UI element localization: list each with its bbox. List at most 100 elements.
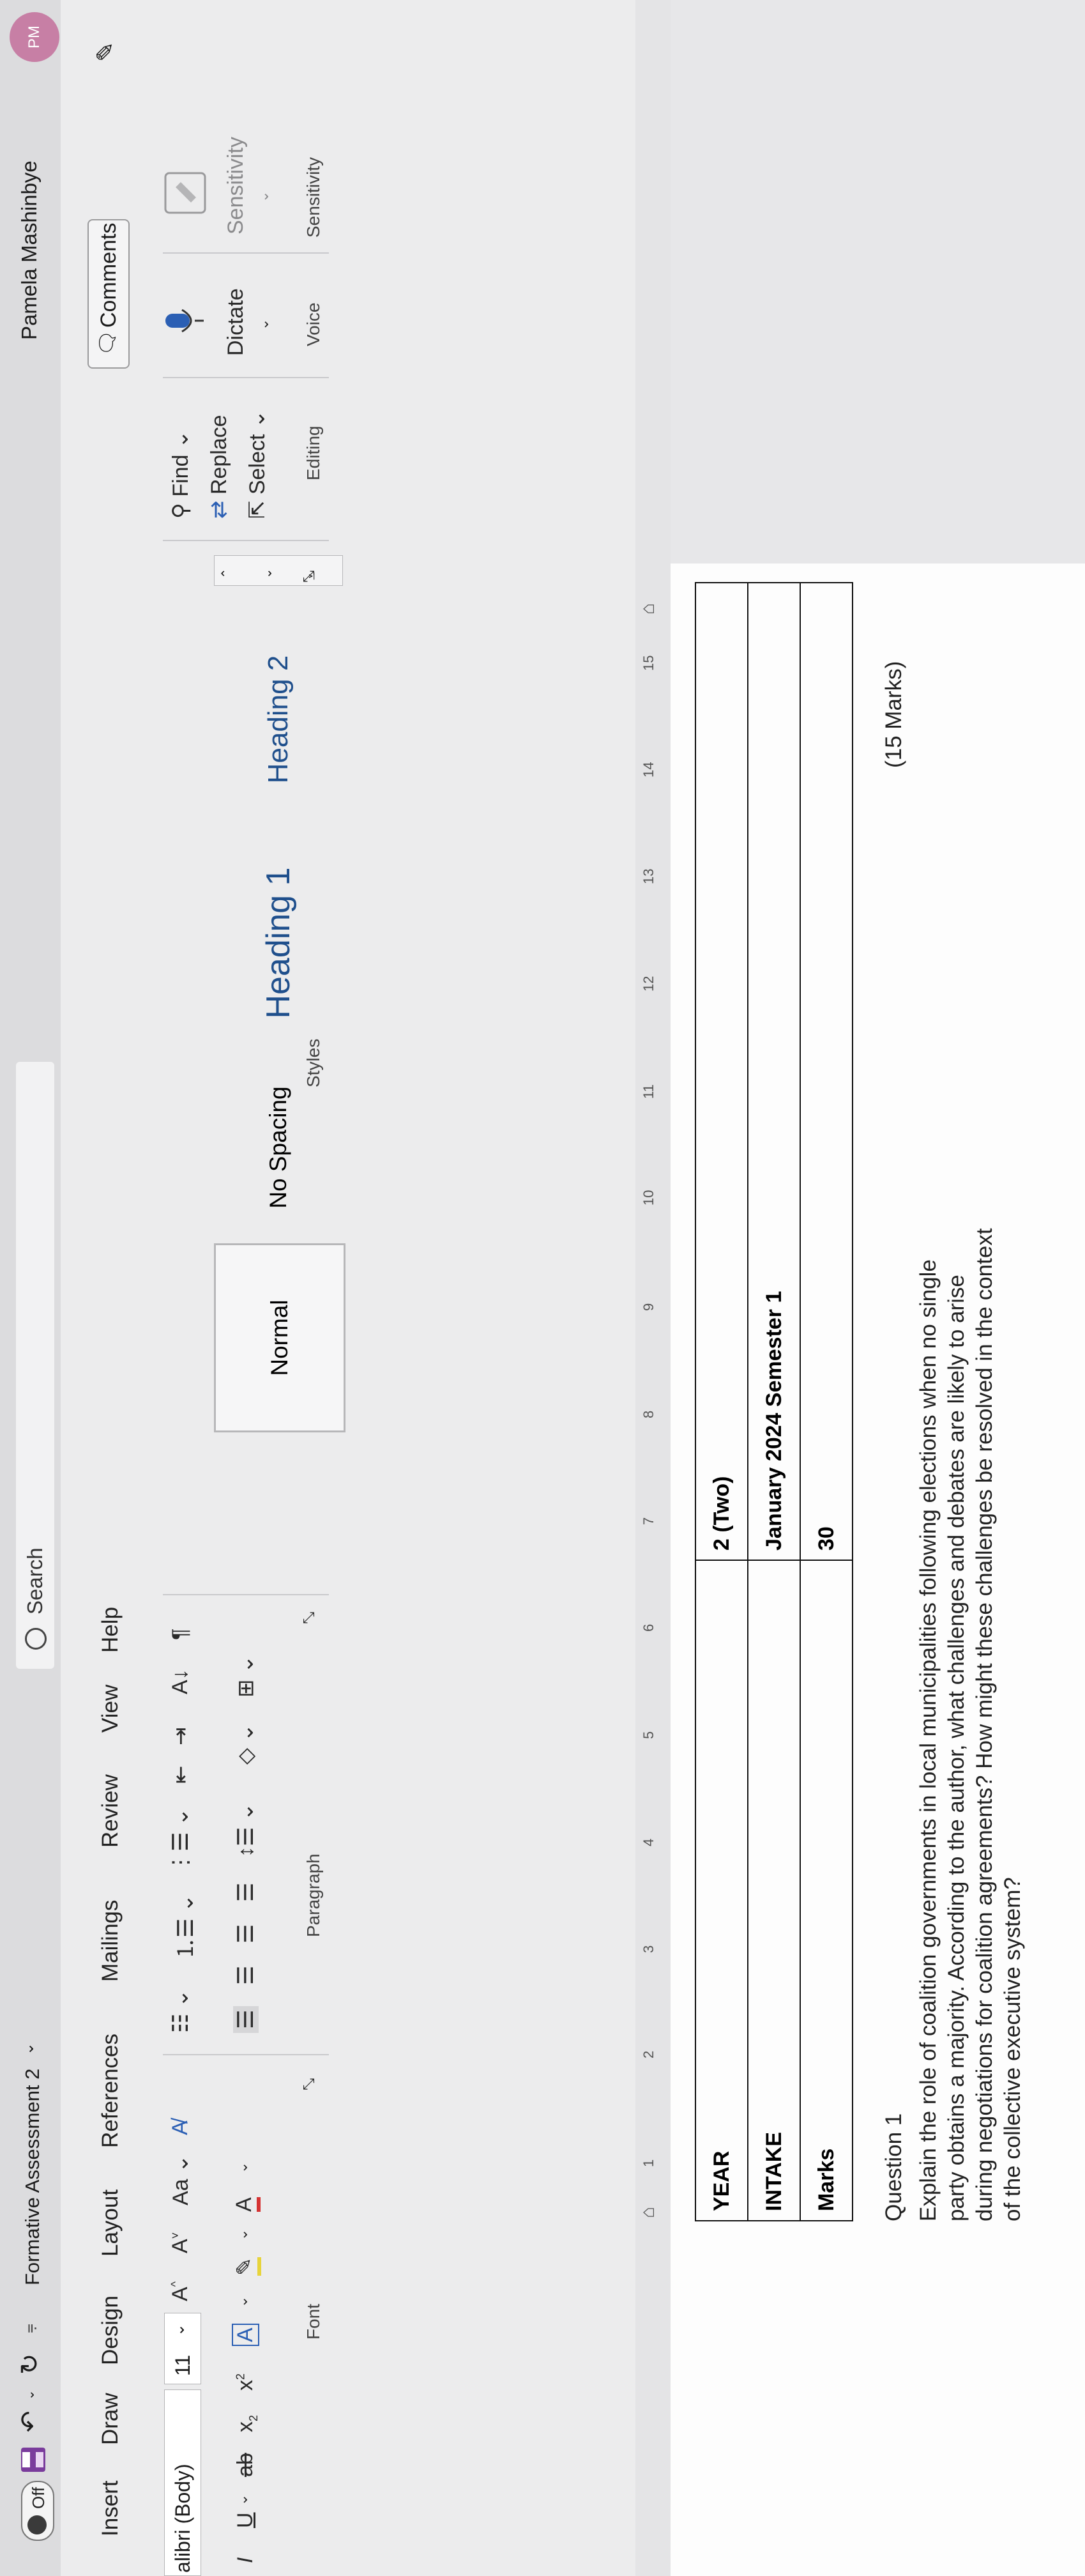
table-cell[interactable]: 2 (Two)	[695, 583, 748, 1560]
subscript-icon[interactable]: x2	[233, 2415, 261, 2432]
avatar-initials: PM	[26, 26, 43, 49]
underline-icon[interactable]: U	[233, 2512, 258, 2528]
change-case-button[interactable]: Aa ⌄	[168, 2154, 193, 2205]
style-normal[interactable]: Normal	[214, 1243, 345, 1432]
info-table: YEAR 2 (Two) INTAKE January 2024 Semeste…	[695, 582, 853, 2221]
chevron-down-icon[interactable]: ⌄	[255, 191, 272, 203]
chevron-down-icon[interactable]: ⌄	[234, 2162, 251, 2174]
document-title[interactable]: Formative Assessment 2	[21, 2069, 44, 2285]
sensitivity-icon[interactable]	[163, 171, 208, 215]
voice-group-label: Voice	[303, 302, 323, 347]
cursor-icon: ⇱	[245, 500, 269, 519]
numbering-icon[interactable]: ⒈☰ ⌄	[168, 1894, 199, 1959]
microphone-icon[interactable]	[163, 305, 208, 337]
tab-review[interactable]: Review	[98, 1774, 123, 1848]
ruler-number: 14	[641, 762, 656, 778]
show-formatting-icon[interactable]: ¶	[168, 1629, 193, 1640]
table-cell[interactable]: January 2024 Semester 1	[748, 583, 800, 1560]
search-box[interactable]: Search	[16, 1062, 54, 1669]
style-no-spacing-label: No Spacing	[265, 1086, 291, 1209]
search-icon	[25, 1628, 47, 1650]
save-icon[interactable]	[19, 2446, 47, 2474]
divider	[163, 540, 329, 541]
undo-icon[interactable]: ↶	[15, 2411, 45, 2432]
highlight-color-icon[interactable]: ✎	[232, 2257, 261, 2276]
ruler-number: 5	[641, 1731, 656, 1739]
find-label: Find	[169, 454, 193, 497]
table-cell[interactable]: INTAKE	[748, 1560, 800, 2221]
strikethrough-icon[interactable]: ab	[233, 2453, 258, 2477]
ruler-number: 1	[641, 2159, 656, 2167]
horizontal-ruler[interactable]	[635, 0, 671, 2576]
chevron-up-icon: ⌃	[220, 568, 234, 579]
table-cell[interactable]: Marks	[800, 1560, 853, 2221]
paragraph-dialog-launcher-icon[interactable]: ⤡	[300, 1612, 318, 1624]
right-indent-marker-icon[interactable]: ⌂	[637, 603, 659, 615]
chevron-down-icon[interactable]: ⌄	[22, 2389, 38, 2400]
chevron-down-icon[interactable]: ⌄	[234, 2296, 251, 2308]
font-color-icon[interactable]: A	[232, 2197, 261, 2212]
select-button[interactable]: ⇱ Select ⌄	[245, 410, 270, 519]
question-marks: (15 Marks)	[881, 661, 906, 768]
align-right-icon[interactable]: ☰	[233, 1924, 259, 1943]
text-effects-icon[interactable]: A	[232, 2324, 259, 2346]
sensitivity-group-label: Sensitivity	[303, 157, 323, 238]
italic-icon[interactable]: I	[233, 2557, 258, 2563]
chevron-down-icon[interactable]: ⌄	[234, 2494, 251, 2506]
dictate-button[interactable]: Dictate	[224, 288, 248, 356]
tab-view[interactable]: View	[98, 1685, 123, 1733]
customize-toolbar-icon[interactable]: ⩦	[19, 2324, 40, 2333]
user-name[interactable]: Pamela Mashinbye	[17, 160, 42, 340]
avatar[interactable]: PM	[10, 12, 59, 62]
editing-mode-icon[interactable]: ✎	[91, 42, 120, 62]
decrease-indent-icon[interactable]: ⇤	[168, 1766, 193, 1784]
editing-group-label: Editing	[303, 425, 323, 480]
title-chevron-icon[interactable]: ⌄	[19, 2043, 38, 2055]
bullets-icon[interactable]: ☷ ⌄	[168, 1989, 193, 2033]
autosave-label: Off	[29, 2487, 48, 2509]
style-heading-1[interactable]: Heading 1	[214, 850, 343, 1036]
table-cell[interactable]: YEAR	[695, 1560, 748, 2221]
font-name-field[interactable]: alibri (Body)	[164, 2389, 201, 2576]
tab-help[interactable]: Help	[98, 1607, 123, 1653]
font-dialog-launcher-icon[interactable]: ⤡	[300, 2078, 318, 2090]
font-group-label: Font	[303, 2303, 323, 2340]
superscript-icon[interactable]: x2	[233, 2373, 258, 2391]
align-center-icon[interactable]: ☰	[233, 1966, 259, 1985]
chevron-down-icon[interactable]: ⌄	[234, 2229, 251, 2241]
tab-references[interactable]: References	[98, 2034, 123, 2148]
tab-draw[interactable]: Draw	[98, 2393, 123, 2445]
shading-icon[interactable]: ◇ ⌄	[233, 1724, 259, 1765]
ruler-number: 15	[641, 655, 656, 671]
first-line-indent-marker-icon[interactable]: ⌂	[637, 2207, 659, 2218]
line-spacing-icon[interactable]: ↕☰ ⌄	[233, 1803, 259, 1857]
font-size-field[interactable]: 11 ⌄	[164, 2313, 201, 2384]
borders-icon[interactable]: ⊞ ⌄	[233, 1655, 259, 1698]
replace-button[interactable]: ⇄ Replace	[206, 415, 232, 519]
increase-indent-icon[interactable]: ⇥	[168, 1728, 193, 1746]
tab-design[interactable]: Design	[98, 2296, 123, 2365]
chevron-down-icon[interactable]: ⌄	[255, 319, 272, 330]
styles-gallery-scroll[interactable]: ⌃ ⌄ ⩡	[214, 555, 343, 586]
ruler-number: 2	[641, 2050, 656, 2058]
align-left-icon[interactable]: ☰	[233, 2005, 259, 2033]
table-cell[interactable]: 30	[800, 583, 853, 1560]
style-heading-2[interactable]: Heading 2	[214, 626, 343, 813]
tab-layout[interactable]: Layout	[98, 2189, 123, 2257]
clear-formatting-icon[interactable]: A̸	[168, 2120, 193, 2135]
multilevel-list-icon[interactable]: ⋮☰ ⌄	[168, 1808, 193, 1873]
tab-insert[interactable]: Insert	[98, 2480, 123, 2536]
sort-icon[interactable]: A↓	[168, 1669, 193, 1694]
styles-pane-launcher-icon[interactable]: ⤡	[300, 571, 318, 583]
sensitivity-button[interactable]: Sensitivity	[224, 137, 248, 234]
justify-icon[interactable]: ☰	[233, 1883, 259, 1902]
shrink-font-icon[interactable]: A˅	[168, 2232, 193, 2253]
autosave-toggle[interactable]: Off	[21, 2481, 54, 2541]
grow-font-icon[interactable]: A^	[168, 2281, 193, 2301]
find-button[interactable]: ⚲ Find ⌄	[168, 431, 193, 519]
comments-button[interactable]: 🗨 Comments	[87, 219, 130, 369]
replace-label: Replace	[207, 415, 231, 495]
redo-icon[interactable]: ↻	[15, 2353, 45, 2375]
tab-mailings[interactable]: Mailings	[98, 1900, 123, 1982]
table-row: INTAKE January 2024 Semester 1	[748, 583, 800, 2221]
